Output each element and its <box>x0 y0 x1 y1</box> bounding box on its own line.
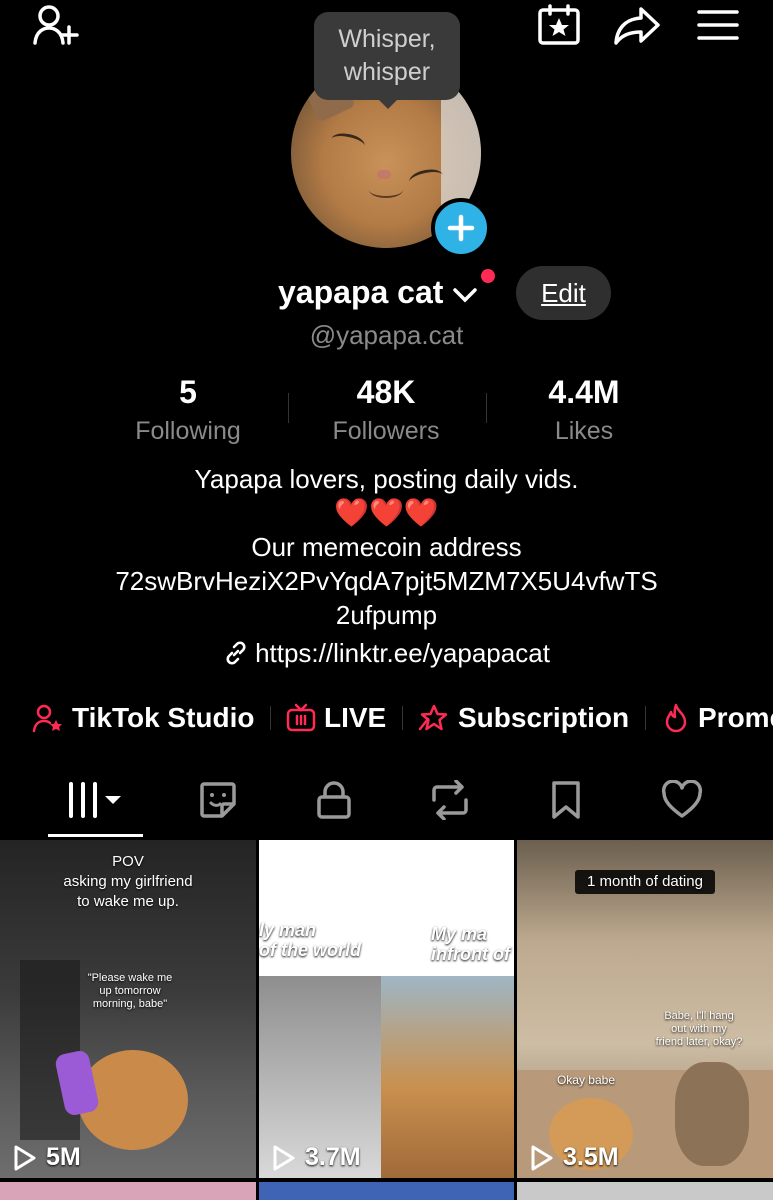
tab-favorites[interactable] <box>536 778 596 822</box>
avatar-cat-mouth <box>369 182 403 198</box>
bio-link-text: https://linktr.ee/yapapacat <box>255 638 550 668</box>
video-thumbnail[interactable]: ly man of the world My ma infront of 3.7… <box>259 840 514 1178</box>
bio-line: 2ufpump <box>335 600 438 630</box>
video-thumbnail[interactable]: POV asking my girlfriend to wake me up. … <box>0 840 256 1178</box>
calendar-star-icon[interactable] <box>536 4 582 46</box>
tab-videos[interactable] <box>64 778 130 822</box>
avatar-tooltip: Whisper, whisper <box>314 12 460 109</box>
flame-icon <box>665 703 687 733</box>
heart-icon <box>661 780 703 818</box>
stat-likes[interactable]: 4.4M Likes <box>484 374 684 446</box>
avatar-cat-eye <box>329 130 367 155</box>
thumb-cat <box>675 1062 749 1166</box>
avatar-cat-nose <box>377 170 391 179</box>
promote-button[interactable]: Prome <box>662 698 773 738</box>
stat-value: 5 <box>179 374 197 410</box>
video-caption: My ma infront of <box>431 924 510 964</box>
stat-followers[interactable]: 48K Followers <box>286 374 486 446</box>
bio-link[interactable]: https://linktr.ee/yapapacat <box>0 638 773 669</box>
video-caption: "Please wake me up tomorrow morning, bab… <box>87 972 173 1010</box>
video-thumbnail-peek[interactable] <box>0 1182 256 1200</box>
chevron-down-icon <box>453 287 478 303</box>
live-tv-icon <box>286 703 316 732</box>
profile-name-text: yapapa cat <box>278 274 444 310</box>
bookmark-icon <box>552 781 580 819</box>
studio-user-icon <box>32 704 62 733</box>
stat-following[interactable]: 5 Following <box>88 374 288 446</box>
sticker-icon <box>200 782 236 818</box>
profile-handle: @yapapa.cat <box>309 320 464 350</box>
videos-grid-icon <box>69 782 121 818</box>
plus-icon <box>447 214 475 242</box>
video-caption: 1 month of dating <box>587 873 703 890</box>
video-caption: Babe, I'll hang out with my friend later… <box>655 1010 743 1048</box>
tab-liked[interactable] <box>652 778 712 822</box>
stat-value: 48K <box>356 374 416 410</box>
tool-label: Prome <box>698 702 773 733</box>
subscription-star-icon <box>418 704 448 731</box>
stat-value: 4.4M <box>548 374 620 410</box>
video-thumbnail[interactable]: 1 month of dating Babe, I'll hang out wi… <box>517 840 773 1178</box>
hamburger-menu-icon[interactable] <box>696 8 740 42</box>
tool-divider <box>645 706 646 730</box>
bio-line: Our memecoin address <box>251 532 522 562</box>
view-count-text: 3.7M <box>305 1143 361 1171</box>
view-count-text: 3.5M <box>563 1143 619 1171</box>
tiktok-studio-button[interactable]: TikTok Studio <box>32 698 255 738</box>
share-icon[interactable] <box>612 4 662 46</box>
tab-private[interactable] <box>304 778 364 822</box>
play-icon <box>531 1145 553 1170</box>
play-icon <box>14 1145 36 1170</box>
video-thumbnail-peek[interactable] <box>517 1182 773 1200</box>
add-story-button[interactable] <box>431 198 491 258</box>
view-count-text: 5M <box>46 1143 81 1171</box>
lock-icon <box>317 781 351 819</box>
bio-line: Yapapa lovers, posting daily vids. <box>194 464 579 494</box>
edit-profile-button[interactable]: Edit <box>516 266 611 320</box>
video-caption: ly man of the world <box>259 920 361 960</box>
bio-hearts: ❤️❤️❤️ <box>334 497 439 528</box>
add-user-icon[interactable] <box>30 2 82 48</box>
tool-label: LIVE <box>324 702 387 733</box>
tab-reposts[interactable] <box>420 778 480 822</box>
tooltip-text: Whisper, whisper <box>338 25 436 86</box>
video-thumbnail-peek[interactable] <box>259 1182 514 1200</box>
avatar-cat-eye <box>407 166 445 191</box>
stat-label: Likes <box>554 417 614 445</box>
tool-divider <box>402 706 403 730</box>
view-count: 3.7M <box>271 1143 361 1172</box>
bio-line: 72swBrvHeziX2PvYqdA7pjt5MZM7X5U4vfwTS <box>115 566 658 596</box>
play-icon <box>273 1145 295 1170</box>
view-count: 3.5M <box>529 1143 619 1172</box>
repost-icon <box>432 780 468 820</box>
link-icon <box>226 641 246 665</box>
tool-label: Subscription <box>458 702 630 733</box>
stat-label: Following <box>135 417 241 445</box>
tab-active-indicator <box>48 834 143 837</box>
video-caption: Okay babe <box>556 1073 616 1087</box>
notification-dot <box>481 269 495 283</box>
tool-divider <box>270 706 271 730</box>
video-caption: POV asking my girlfriend to wake me up. <box>63 853 193 910</box>
profile-name[interactable]: yapapa cat <box>278 274 478 311</box>
subscription-button[interactable]: Subscription <box>418 698 629 738</box>
thumb-cat-right <box>381 976 514 1178</box>
stat-label: Followers <box>332 417 440 445</box>
tab-stickers[interactable] <box>188 778 248 822</box>
live-button[interactable]: LIVE <box>286 698 386 738</box>
tool-label: TikTok Studio <box>72 702 255 733</box>
view-count: 5M <box>12 1143 81 1172</box>
